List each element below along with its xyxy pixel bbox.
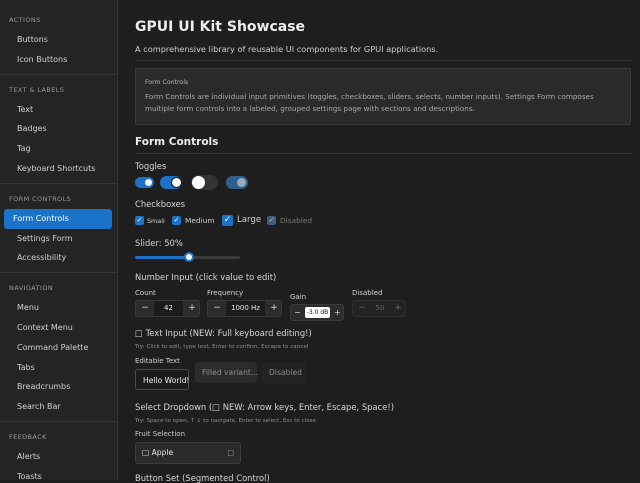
toggle-large[interactable] (191, 175, 218, 190)
decrement-button: − (358, 303, 366, 313)
toggle-disabled (226, 176, 248, 189)
text-input-hint: Try: Click to edit, type text, Enter to … (135, 344, 309, 350)
sidebar-item-badges[interactable]: Badges (4, 119, 112, 139)
text-input-filled[interactable]: Filled variant... (195, 362, 258, 383)
select-value: □ Apple (142, 448, 174, 457)
sidebar-divider (0, 272, 117, 274)
sidebar-item-toasts[interactable]: Toasts (4, 467, 112, 480)
decrement-button[interactable]: − (208, 301, 226, 316)
toggles-label: Toggles (135, 161, 167, 171)
slider-thumb[interactable] (184, 252, 194, 262)
checkbox-label: Small (147, 217, 165, 225)
fruit-select[interactable]: □ Apple □ (135, 442, 241, 464)
next-section-label: Button Set (Segmented Control) (135, 473, 270, 483)
select-label: Select Dropdown (□ NEW: Arrow keys, Ente… (135, 402, 394, 412)
number-field-label: Disabled (352, 289, 383, 297)
slider-fill (135, 256, 188, 259)
sidebar-divider (0, 420, 117, 422)
sidebar-section-title: FEEDBACK (9, 432, 47, 441)
number-value: 50 (375, 304, 385, 312)
checkbox-label: Disabled (280, 216, 313, 225)
number-field-label: Count (135, 289, 156, 297)
slider-label: Slider: 50% (135, 238, 183, 248)
sidebar: ACTIONS Buttons Icon Buttons TEXT & LABE… (0, 0, 118, 480)
sidebar-item-keyboard-shortcuts[interactable]: Keyboard Shortcuts (4, 159, 112, 179)
sidebar-item-tabs[interactable]: Tabs (4, 358, 112, 378)
increment-button[interactable]: + (265, 301, 283, 316)
select-hint: Try: Space to open, ↑ ↓ to navigate, Ent… (135, 418, 316, 424)
number-input-disabled: − 50 + (352, 300, 406, 317)
number-value[interactable]: -3.0 dB (305, 307, 330, 318)
section-divider (135, 153, 631, 154)
toggle-knob (145, 179, 152, 186)
checkbox-small[interactable]: ✓ (135, 216, 144, 225)
text-input-label: □ Text Input (NEW: Full keyboard editing… (135, 328, 312, 338)
number-input-label: Number Input (click value to edit) (135, 272, 277, 282)
sidebar-divider (0, 182, 117, 184)
checkbox-large[interactable]: ✓ (222, 215, 233, 226)
section-title: Form Controls (135, 136, 219, 148)
sidebar-section-title: FORM CONTROLS (9, 194, 72, 203)
toggle-medium[interactable] (160, 176, 182, 189)
checkbox-label: Medium (185, 216, 215, 225)
number-input-count: − 42 + (135, 300, 200, 317)
decrement-button[interactable]: − (291, 305, 304, 320)
select-field-label: Fruit Selection (135, 430, 186, 438)
checkbox-disabled: ✓ (267, 216, 276, 225)
sidebar-item-form-controls[interactable]: Form Controls (4, 208, 112, 229)
decrement-button[interactable]: − (136, 301, 154, 316)
toggle-knob (171, 177, 182, 188)
sidebar-item-settings-form[interactable]: Settings Form (4, 229, 112, 249)
info-box-title: Form Controls (145, 79, 189, 86)
info-box: Form Controls Form Controls are individu… (135, 68, 631, 125)
number-field-label: Gain (290, 293, 307, 301)
increment-button: + (394, 303, 402, 313)
number-field-label: Frequency (207, 289, 244, 297)
sidebar-section-title: TEXT & LABELS (9, 85, 65, 94)
number-value[interactable]: 42 (154, 301, 183, 316)
sidebar-item-breadcrumbs[interactable]: Breadcrumbs (4, 377, 112, 397)
sidebar-item-command-palette[interactable]: Command Palette (4, 338, 112, 358)
checkbox-label: Large (237, 215, 262, 225)
checkbox-medium[interactable]: ✓ (172, 216, 181, 225)
number-input-frequency: − 1000 Hz + (207, 300, 282, 317)
increment-button[interactable]: + (183, 301, 201, 316)
text-input-disabled: Disabled (262, 362, 306, 383)
sidebar-item-menu[interactable]: Menu (4, 298, 112, 318)
sidebar-section-title: ACTIONS (9, 16, 41, 24)
sidebar-item-alerts[interactable]: Alerts (4, 447, 112, 467)
header-divider (135, 60, 631, 61)
sidebar-item-buttons[interactable]: Buttons (4, 30, 112, 50)
text-field-label: Editable Text (135, 357, 180, 365)
toggle-knob (237, 178, 246, 187)
sidebar-divider (0, 73, 117, 75)
checkboxes-label: Checkboxes (135, 199, 186, 209)
page-description: A comprehensive library of reusable UI c… (135, 44, 439, 54)
sidebar-item-context-menu[interactable]: Context Menu (4, 318, 112, 338)
page-title: GPUI UI Kit Showcase (135, 19, 306, 35)
number-value[interactable]: 1000 Hz (226, 301, 265, 316)
sidebar-section-title: NAVIGATION (9, 284, 54, 293)
text-input-editable[interactable]: Hello World! (135, 369, 189, 390)
sidebar-item-search-bar[interactable]: Search Bar (4, 397, 112, 417)
sidebar-item-accessibility[interactable]: Accessibility (4, 248, 112, 268)
toggle-small[interactable] (135, 177, 154, 188)
increment-button[interactable]: + (331, 305, 344, 320)
number-input-gain: − -3.0 dB + (290, 304, 344, 321)
sidebar-item-icon-buttons[interactable]: Icon Buttons (4, 50, 112, 70)
sidebar-item-text[interactable]: Text (4, 100, 112, 120)
sidebar-item-tag[interactable]: Tag (4, 139, 112, 159)
info-box-body: Form Controls are individual input primi… (145, 92, 594, 114)
chevron-down-icon: □ (227, 449, 234, 457)
toggle-knob (192, 176, 205, 189)
